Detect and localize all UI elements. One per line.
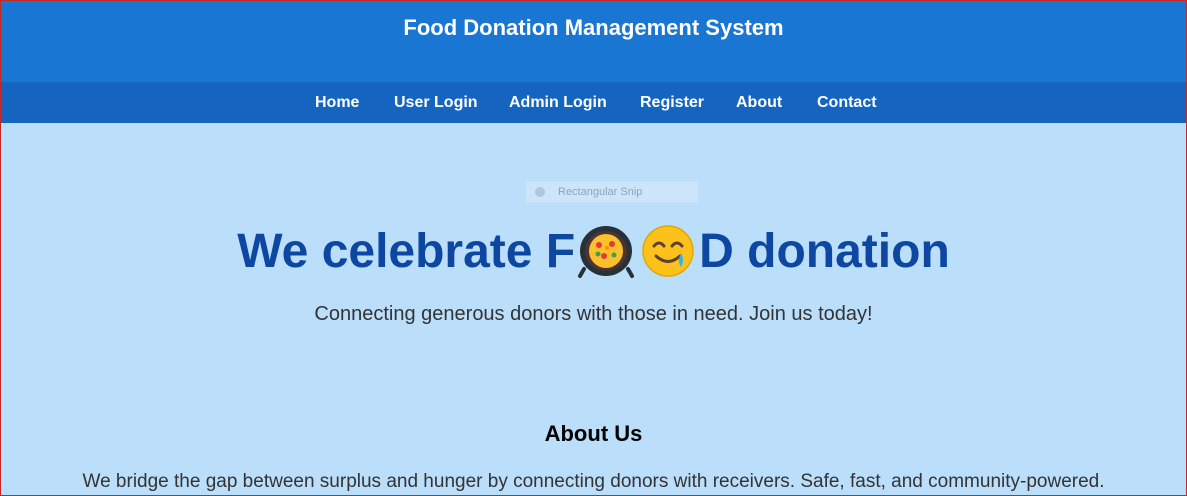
main-nav: Home User Login Admin Login Register Abo… xyxy=(0,82,1187,123)
hero-title-end: D donation xyxy=(699,224,950,278)
hero-heading: We celebrate F D donation xyxy=(0,220,1187,282)
hero-subtitle: Connecting generous donors with those in… xyxy=(314,303,873,325)
snip-icon xyxy=(535,187,545,197)
rectangular-snip-overlay[interactable]: Rectangular Snip xyxy=(526,181,698,203)
nav-contact-link[interactable]: Contact xyxy=(817,82,877,123)
nav-user-login-link[interactable]: User Login xyxy=(394,82,478,123)
about-heading: About Us xyxy=(544,421,643,446)
hero-title-start: We celebrate F xyxy=(237,224,576,278)
pan-of-food-icon xyxy=(578,223,635,279)
smiling-face-with-tear-icon xyxy=(640,223,696,279)
site-header: Food Donation Management System xyxy=(0,0,1187,82)
nav-about-link[interactable]: About xyxy=(736,82,782,123)
site-title: Food Donation Management System xyxy=(403,15,784,40)
about-description: We bridge the gap between surplus and hu… xyxy=(82,471,1105,492)
nav-home-link[interactable]: Home xyxy=(315,82,359,123)
nav-register-link[interactable]: Register xyxy=(640,82,704,123)
nav-admin-login-link[interactable]: Admin Login xyxy=(509,82,607,123)
snip-label: Rectangular Snip xyxy=(558,186,643,198)
